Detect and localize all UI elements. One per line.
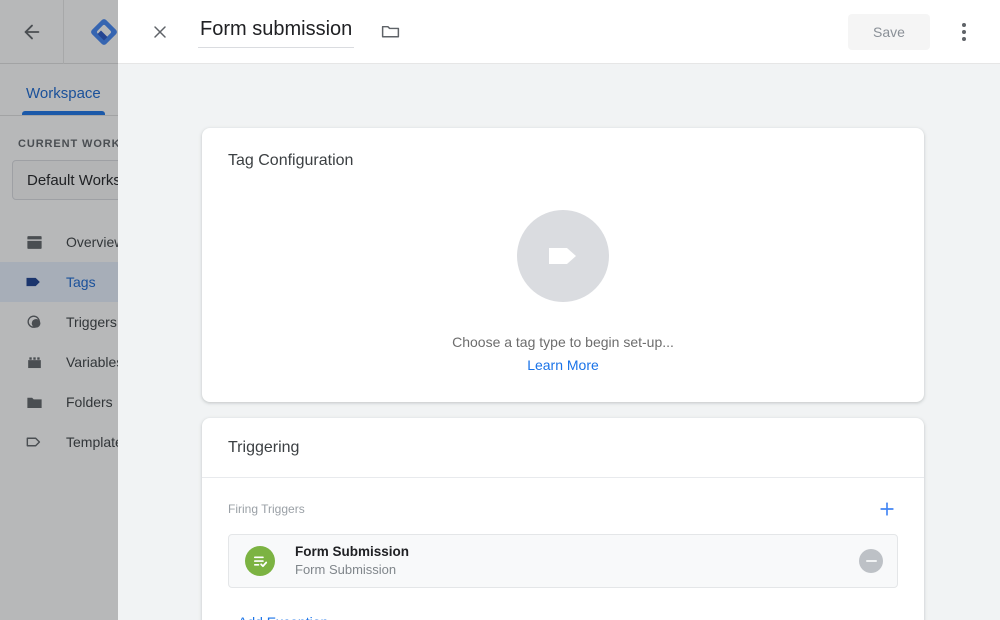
remove-bar [865,560,877,562]
tag-configuration-hint: Choose a tag type to begin set-up... [452,334,674,350]
trigger-name: Form Submission [295,544,410,560]
remove-circle-icon[interactable] [859,549,883,573]
folder-outline-icon[interactable] [376,18,404,46]
firing-triggers-row: Firing Triggers [202,478,924,522]
learn-more-link[interactable]: Learn More [527,357,599,373]
tag-name-input[interactable]: Form submission [198,15,355,48]
triggering-card: Triggering Firing Triggers Form Submissi… [202,418,924,620]
dialog-body: Tag Configuration Choose a tag type to b… [118,64,1000,620]
kebab-dot [962,22,966,27]
form-submission-trigger-icon [245,546,275,576]
tag-edit-dialog: Form submission Save Tag Configuration C… [118,0,1000,620]
add-exception-link[interactable]: Add Exception [238,614,328,620]
tag-placeholder-icon [517,210,609,302]
tag-configuration-card[interactable]: Tag Configuration Choose a tag type to b… [202,128,924,402]
title-area: Form submission [198,15,848,48]
tag-configuration-empty-state: Choose a tag type to begin set-up... Lea… [202,170,924,373]
kebab-dot [962,29,966,34]
plus-icon[interactable] [874,496,900,522]
save-button[interactable]: Save [848,13,930,50]
trigger-list-item[interactable]: Form Submission Form Submission [228,534,898,588]
tag-configuration-heading: Tag Configuration [228,152,354,169]
dialog-header: Form submission Save [118,0,1000,64]
screen: Tag Manager Workspace CURRENT WORKSPACE … [0,0,1000,620]
kebab-dot [962,36,966,41]
more-vert-icon[interactable] [946,14,982,50]
trigger-text: Form Submission Form Submission [295,543,859,579]
close-icon[interactable] [140,12,180,52]
firing-triggers-label: Firing Triggers [228,502,305,516]
triggering-heading: Triggering [202,418,924,478]
trigger-type: Form Submission [295,562,397,578]
